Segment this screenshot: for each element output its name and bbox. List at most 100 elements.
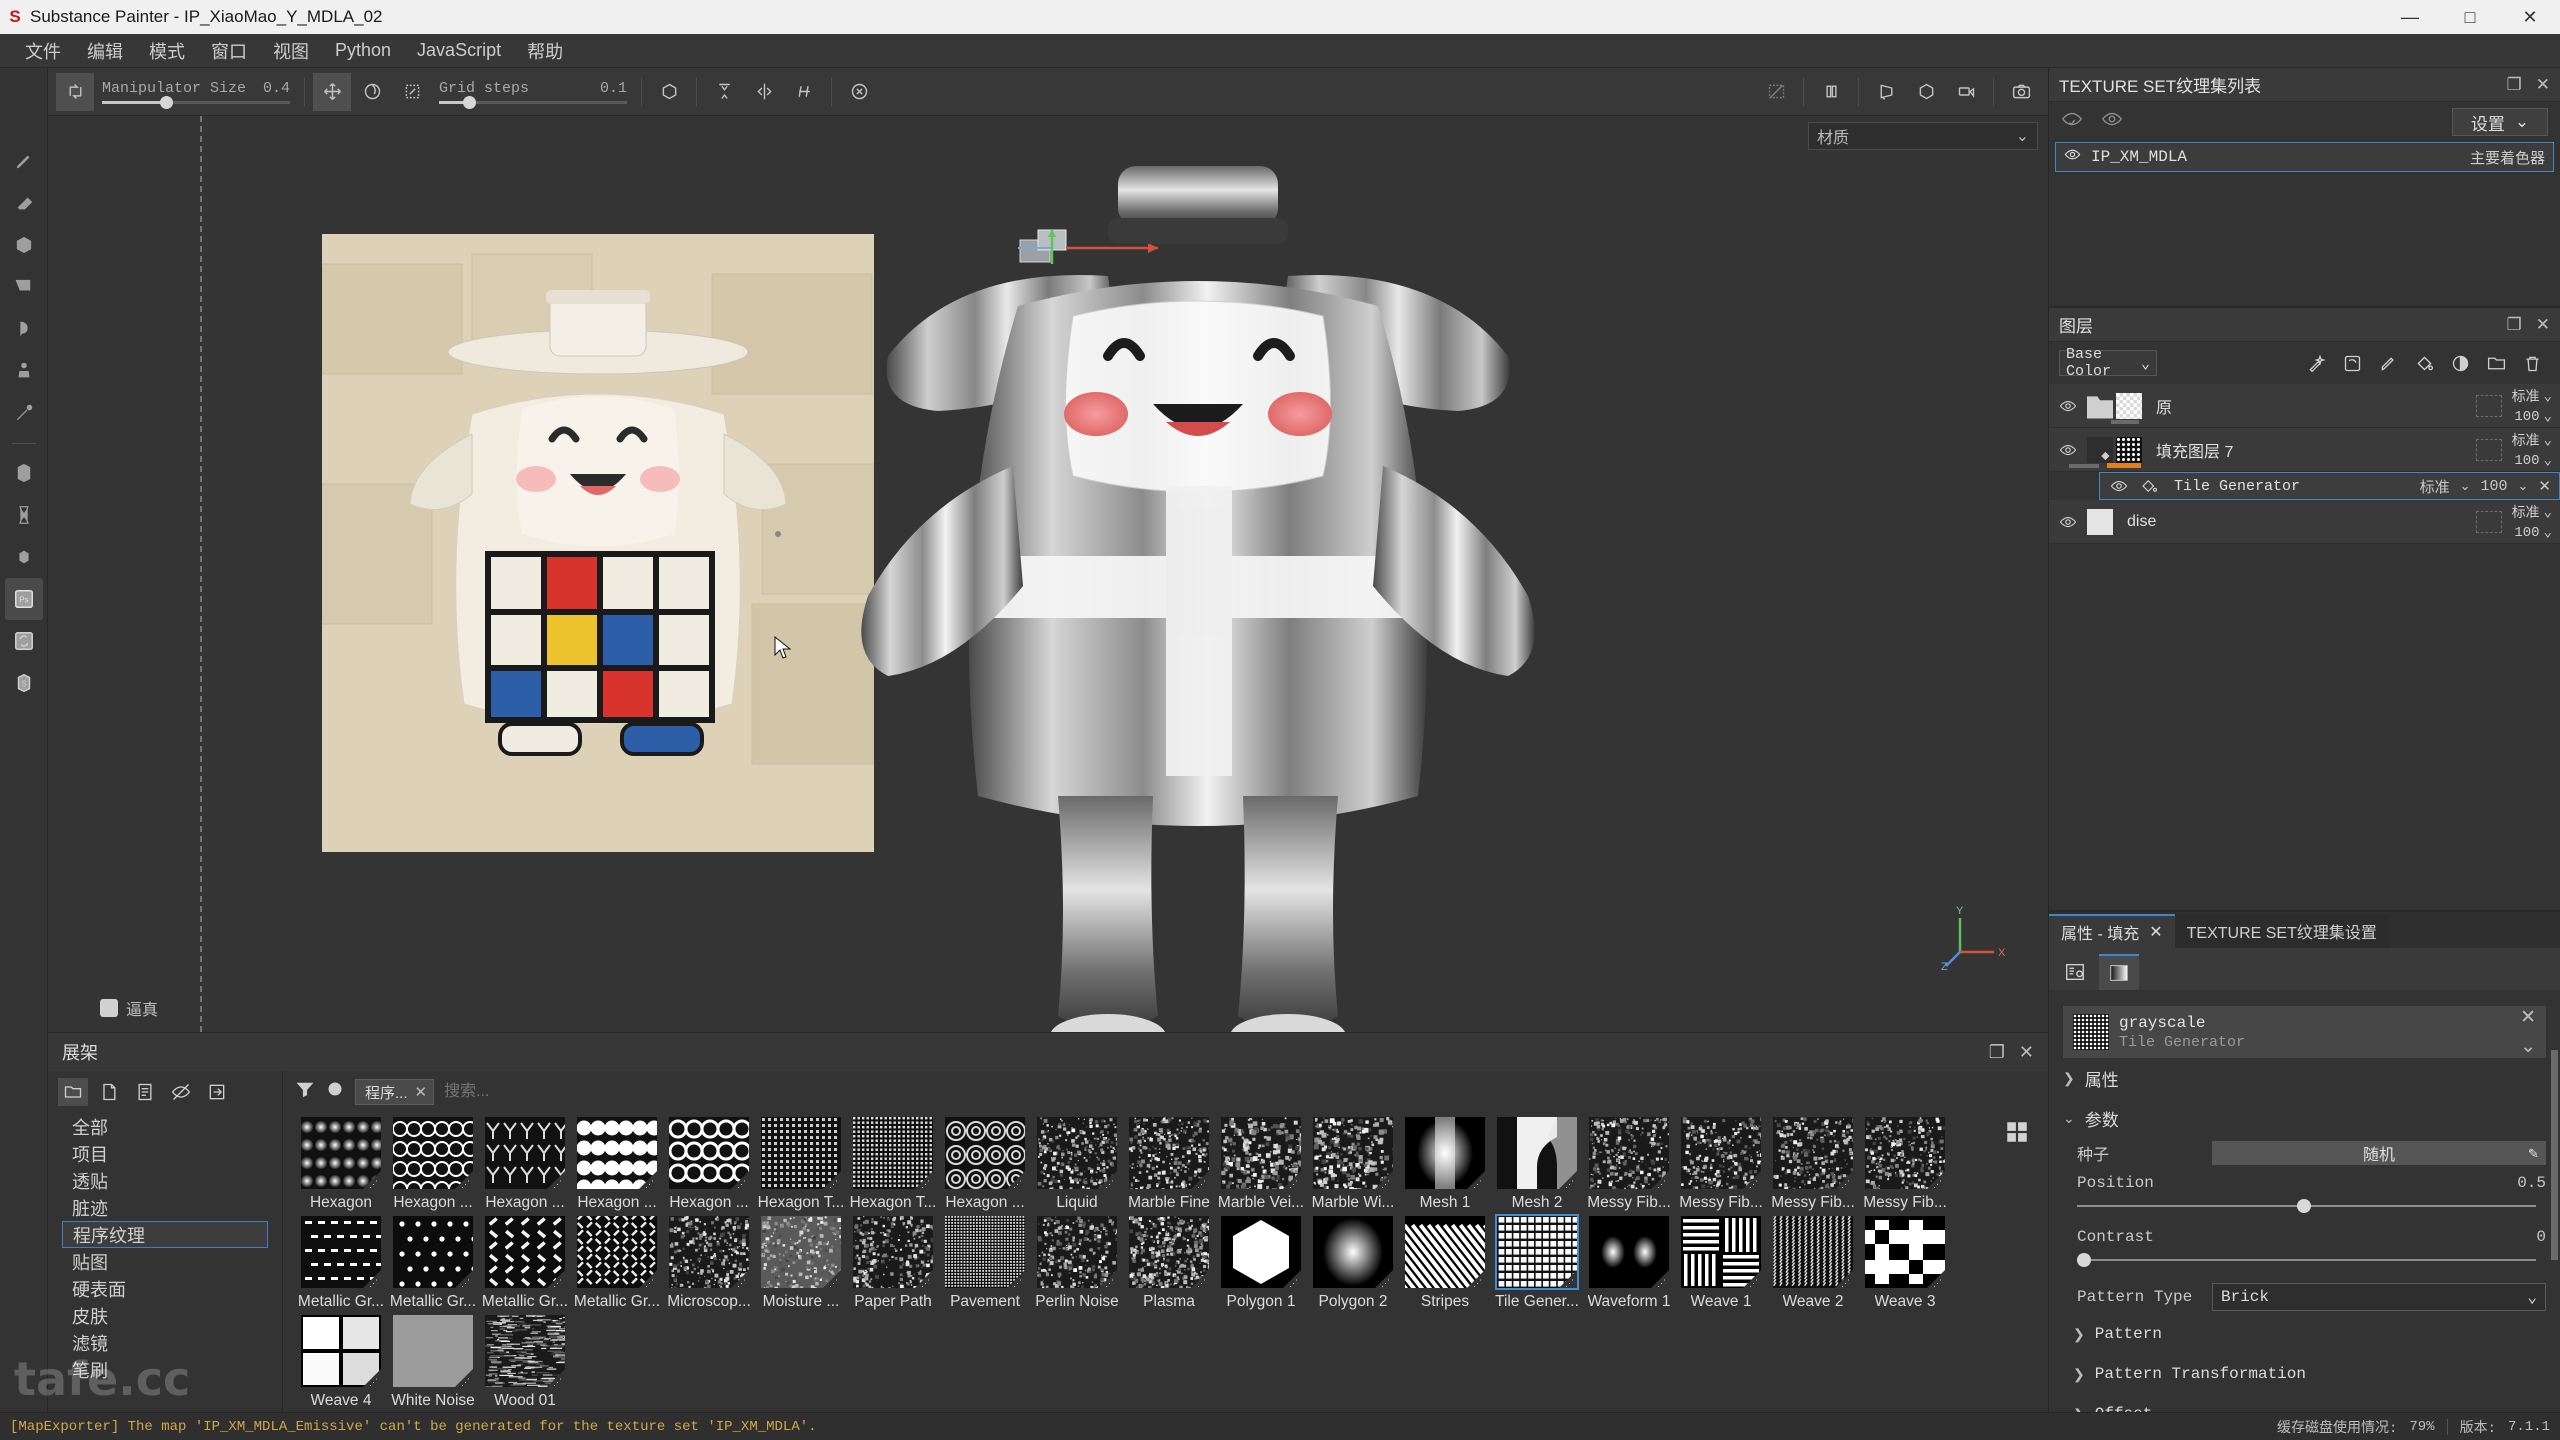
shelf-asset-item[interactable]: ⋰ Tile Gener... [1491,1212,1583,1311]
substance-source-icon[interactable]: S [5,452,43,494]
shelf-category-brushes[interactable]: 笔刷 [62,1356,282,1383]
import-icon[interactable] [202,1078,232,1106]
refresh-icon[interactable] [5,620,43,662]
layer-visibility-icon[interactable] [2108,477,2130,495]
search-input[interactable] [444,1079,1324,1105]
shelf-category-grunge[interactable]: 脏迹 [62,1194,282,1221]
add-mask-icon[interactable] [2442,348,2478,378]
photoshop-icon[interactable]: Ps [5,578,43,620]
model-3d-render[interactable] [808,156,1688,1032]
menu-javascript[interactable]: JavaScript [404,36,514,65]
shelf-category-alpha[interactable]: 透贴 [62,1167,282,1194]
shelf-category-hardsurface[interactable]: 硬表面 [62,1275,282,1302]
shelf-asset-item[interactable]: ⋰ Messy Fib... [1859,1113,1951,1212]
close-icon[interactable]: ✕ [2536,75,2550,95]
shelf-asset-item[interactable]: ⋰ Messy Fib... [1583,1113,1675,1212]
shelf-asset-item[interactable]: ⋰ Metallic Gr... [387,1212,479,1311]
param-pattern-type-select[interactable]: Brick ⌄ [2212,1283,2546,1311]
layer-blend-mode[interactable]: 标准 ⌄ [2512,386,2552,406]
shelf-asset-item[interactable]: ⋰ Weave 1 [1675,1212,1767,1311]
chevron-down-icon[interactable]: ⌄ [2520,1035,2536,1058]
close-icon[interactable]: ✕ [2149,922,2162,942]
axis-gizmo[interactable]: Y X Z [1940,902,2010,972]
shelf-asset-item[interactable]: ⋰ Plasma [1123,1212,1215,1311]
shelf-asset-item[interactable]: ⋰ Marble Vei... [1215,1113,1307,1212]
menu-python[interactable]: Python [322,36,404,65]
subtab-material-settings[interactable] [2055,954,2095,990]
add-fill-layer-icon[interactable] [2406,348,2442,378]
shelf-asset-item[interactable]: ⋰ Metallic Gr... [479,1212,571,1311]
symmetry-button[interactable] [785,73,823,111]
paint-brush-icon[interactable] [5,140,43,182]
tab-properties-fill[interactable]: 属性 - 填充 ✕ [2049,914,2175,948]
shelf-category-filters[interactable]: 滤镜 [62,1329,282,1356]
shelf-asset-item[interactable]: ⋰ Microscop... [663,1212,755,1311]
eraser-icon[interactable] [5,182,43,224]
layer-blend-mode[interactable]: 标准 ⌄ [2512,430,2552,450]
layer-row-paint[interactable]: dise 标准 ⌄ 100 ⌄ [2049,500,2560,544]
hourglass-icon[interactable] [5,494,43,536]
delete-layer-icon[interactable] [2514,348,2550,378]
close-icon[interactable]: ✕ [415,1083,428,1101]
shelf-category-all[interactable]: 全部 [62,1113,282,1140]
eye-check-icon[interactable] [2061,108,2083,136]
remove-effect-icon[interactable]: ✕ [2538,477,2551,495]
layer-visibility-icon[interactable] [2057,513,2079,531]
active-filter-chip[interactable]: 程序... ✕ [355,1079,434,1105]
screenshot-camera-icon[interactable] [2002,73,2040,111]
reset-transform-button[interactable] [840,73,878,111]
layer-blend-mode[interactable]: 标准 ⌄ [2512,502,2552,522]
perspective-view-button[interactable] [1867,73,1905,111]
section-attributes[interactable]: ❯ 属性 [2063,1058,2546,1098]
shelf-asset-item[interactable]: ⋰ Hexagon ... [479,1113,571,1212]
clear-resource-icon[interactable]: ✕ [2520,1006,2536,1029]
menu-view[interactable]: 视图 [260,34,322,68]
section-parameters[interactable]: ⌄ 参数 [2063,1098,2546,1138]
shelf-category-skin[interactable]: 皮肤 [62,1302,282,1329]
smudge-icon[interactable] [5,308,43,350]
eye-icon[interactable] [2064,146,2081,168]
texture-set-row[interactable]: IP_XM_MDLA 主要着色器 [2055,142,2554,172]
param-seed-field[interactable]: 随机 ✎ [2212,1141,2546,1165]
close-button[interactable]: ✕ [2500,0,2560,34]
section-offset[interactable]: ❯ Offset [2073,1394,2546,1412]
manipulator-size-slider[interactable]: Manipulator Size 0.4 [96,80,296,104]
grid-view-toggle-icon[interactable] [2004,1119,2030,1151]
projection-icon[interactable] [5,224,43,266]
shelf-close-icon[interactable]: ✕ [2019,1042,2034,1063]
shelf-asset-item[interactable]: ⋰ Messy Fib... [1675,1113,1767,1212]
properties-scrollbar[interactable] [2551,1050,2558,1260]
snap-mode-button[interactable] [650,73,688,111]
menu-file[interactable]: 文件 [12,34,74,68]
shelf-asset-item[interactable]: ⋰ Liquid [1031,1113,1123,1212]
properties-body[interactable]: grayscale Tile Generator ✕ ⌄ ❯ 属性 ⌄ 参数 种… [2049,990,2560,1412]
layer-mask-slot[interactable] [2476,395,2502,417]
viewport-3d[interactable]: 材质 ⌄ 逼真 Y X Z [48,116,2048,1032]
shelf-asset-item[interactable]: ⋰ Weave 2 [1767,1212,1859,1311]
shelf-asset-item[interactable]: ⋰ Polygon 2 [1307,1212,1399,1311]
shelf-asset-item[interactable]: ⋰ Weave 4 [295,1311,387,1410]
menu-window[interactable]: 窗口 [198,34,260,68]
shelf-asset-item[interactable]: ⋰ Paper Path [847,1212,939,1311]
close-icon[interactable]: ✕ [2536,315,2550,335]
rotate-gizmo-button[interactable] [353,73,391,111]
shading-preset-button[interactable]: 逼真 [100,996,158,1020]
grid-steps-slider[interactable]: Grid steps 0.1 [433,80,633,104]
hide-uv-icon[interactable] [1757,73,1795,111]
shelf-asset-item[interactable]: ⋰ Hexagon ... [663,1113,755,1212]
camera-mode-button[interactable] [1947,73,1985,111]
section-pattern-transformation[interactable]: ❯ Pattern Transformation [2073,1354,2546,1394]
transform-tool-button[interactable] [56,73,94,111]
shelf-asset-item[interactable]: ⋰ Hexagon ... [939,1113,1031,1212]
layer-visibility-icon[interactable] [2057,441,2079,459]
material-dropdown[interactable]: 材质 ⌄ [1808,122,2038,150]
subtab-grayscale-channel[interactable] [2099,954,2139,990]
shelf-asset-item[interactable]: ⋰ Hexagon ... [387,1113,479,1212]
move-gizmo-button[interactable] [313,73,351,111]
add-folder-icon[interactable] [2478,348,2514,378]
new-resource-icon[interactable] [94,1078,124,1106]
maximize-button[interactable]: □ [2440,0,2500,34]
eyedropper-icon[interactable] [5,392,43,434]
shelf-asset-item[interactable]: ⋰ Mesh 2 [1491,1113,1583,1212]
shelf-asset-item[interactable]: ⋰ Pavement [939,1212,1031,1311]
